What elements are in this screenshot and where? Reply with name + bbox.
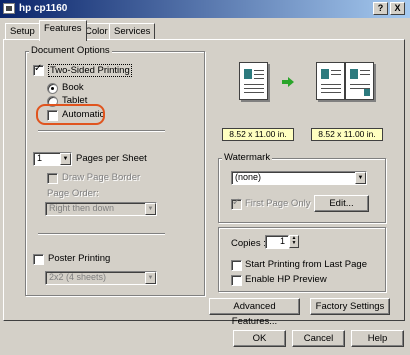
- printer-icon: [3, 3, 15, 14]
- draw-borders-checkbox[interactable]: [47, 173, 58, 184]
- hp-preview-checkbox[interactable]: [231, 275, 242, 286]
- pages-per-sheet-label: Pages per Sheet: [76, 153, 147, 164]
- tab-services[interactable]: Services: [109, 23, 156, 40]
- ok-button[interactable]: OK: [233, 330, 286, 347]
- draw-borders-label: Draw Page Border: [62, 172, 141, 183]
- page-order-select[interactable]: Right then down ▼: [45, 202, 157, 216]
- poster-checkbox[interactable]: [33, 254, 44, 265]
- book-radio[interactable]: [47, 83, 58, 94]
- first-page-only-label: First Page Only: [245, 198, 311, 209]
- document-options-legend: Document Options: [29, 45, 112, 56]
- chevron-down-icon[interactable]: ▼: [145, 203, 156, 215]
- help-title-button[interactable]: ?: [373, 2, 388, 15]
- window-title: hp cp1160: [19, 3, 68, 14]
- start-last-page-checkbox[interactable]: [231, 260, 242, 271]
- factory-settings-button[interactable]: Factory Settings: [310, 298, 390, 315]
- title-bar: hp cp1160 ? X: [0, 0, 410, 18]
- book-label[interactable]: Book: [62, 82, 84, 93]
- watermark-group: [218, 158, 386, 223]
- cancel-button[interactable]: Cancel: [292, 330, 345, 347]
- start-last-page-label[interactable]: Start Printing from Last Page: [245, 259, 367, 270]
- edit-watermark-button[interactable]: Edit...: [314, 195, 369, 212]
- paper-size-right: 8.52 x 11.00 in.: [311, 128, 383, 141]
- automatic-highlight: [36, 104, 105, 125]
- chevron-down-icon[interactable]: ▼: [145, 272, 156, 284]
- arrow-right-icon: [282, 76, 294, 90]
- watermark-select[interactable]: (none) ▼: [231, 171, 367, 185]
- single-page-preview: [239, 62, 268, 100]
- poster-label[interactable]: Poster Printing: [48, 253, 110, 264]
- poster-select[interactable]: 2x2 (4 sheets) ▼: [45, 271, 157, 285]
- first-page-only-checkbox[interactable]: [231, 197, 242, 210]
- duplex-page-preview-left: [316, 62, 345, 100]
- separator: [38, 233, 165, 235]
- chevron-down-icon[interactable]: ▼: [60, 153, 71, 165]
- separator: [38, 130, 165, 132]
- duplex-page-preview-right: [345, 62, 374, 100]
- pages-per-sheet-select[interactable]: 1 ▼: [33, 152, 72, 166]
- advanced-features-button[interactable]: Advanced Features...: [209, 298, 300, 327]
- copies-label: Copies :: [231, 238, 266, 249]
- tab-features[interactable]: Features: [39, 20, 87, 41]
- two-sided-checkbox[interactable]: [33, 63, 44, 76]
- paper-size-left: 8.52 x 11.00 in.: [222, 128, 294, 141]
- page-order-label: Page Order:: [47, 188, 99, 199]
- copies-spinner[interactable]: ▲ ▼: [289, 235, 299, 248]
- watermark-legend: Watermark: [222, 152, 273, 163]
- chevron-down-icon[interactable]: ▼: [355, 172, 366, 184]
- help-button[interactable]: Help: [351, 330, 404, 347]
- close-title-button[interactable]: X: [390, 2, 405, 15]
- hp-preview-label[interactable]: Enable HP Preview: [245, 274, 327, 285]
- copies-input[interactable]: 1: [265, 235, 289, 249]
- two-sided-label[interactable]: Two-Sided Printing: [48, 64, 132, 77]
- tab-setup[interactable]: Setup: [5, 23, 40, 40]
